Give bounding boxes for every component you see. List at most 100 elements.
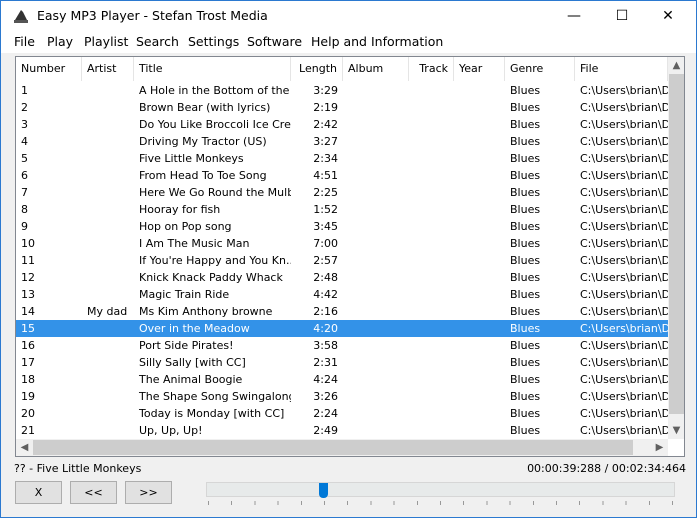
cell-number: 21 (21, 424, 35, 437)
cell-file: C:\Users\brian\De (580, 84, 668, 97)
scroll-up-icon[interactable]: ▲ (668, 57, 684, 74)
vertical-scroll-thumb[interactable] (669, 74, 684, 414)
menu-search[interactable]: Search (136, 34, 179, 49)
cell-genre: Blues (510, 271, 541, 284)
cell-artist (82, 116, 134, 133)
maximize-button[interactable]: ☐ (599, 1, 645, 31)
table-row[interactable]: 5 Five Little Monkeys 2:34 Blues C:\Users\br… (16, 150, 668, 167)
scroll-down-icon[interactable]: ▼ (668, 422, 684, 439)
cell-genre: Blues (510, 186, 541, 199)
seek-slider-thumb[interactable] (319, 483, 328, 498)
cell-file: C:\Users\brian\De (580, 118, 668, 131)
previous-button[interactable]: << (70, 481, 117, 504)
table-row[interactable]: 1 A Hole in the Bottom of the ... 3:29 Blue… (16, 82, 668, 99)
menu-software[interactable]: Software (247, 34, 302, 49)
table-row[interactable]: 17 Silly Sally [with CC] 2:31 Blues C:\Users… (16, 354, 668, 371)
column-header-track[interactable]: Track (409, 57, 454, 81)
cell-file: C:\Users\brian\De (580, 254, 668, 267)
vertical-scrollbar[interactable]: ▲ ▼ (668, 57, 684, 439)
menu-file[interactable]: File (14, 34, 35, 49)
scroll-right-icon[interactable]: ▶ (651, 439, 668, 456)
cell-file: C:\Users\brian\De (580, 305, 668, 318)
cell-title: Ms Kim Anthony browne (139, 305, 273, 318)
cell-artist (82, 99, 134, 116)
menu-play[interactable]: Play (47, 34, 73, 49)
cell-title: Hooray for fish (139, 203, 221, 216)
table-row[interactable]: 6 From Head To Toe Song 4:51 Blues C:\Users\… (16, 167, 668, 184)
cell-title: A Hole in the Bottom of the ... (139, 84, 291, 97)
column-header-number[interactable]: Number (16, 57, 82, 81)
cell-artist (82, 218, 134, 235)
cell-genre: Blues (510, 339, 541, 352)
cell-title: Brown Bear (with lyrics) (139, 101, 271, 114)
table-row[interactable]: 13 Magic Train Ride 4:42 Blues C:\Users\bria… (16, 286, 668, 303)
cell-length: 3:26 (313, 390, 338, 403)
table-row[interactable]: 9 Hop on Pop song 3:45 Blues C:\Users\brian\… (16, 218, 668, 235)
close-button[interactable]: ✕ (645, 1, 691, 31)
table-row[interactable]: 3 Do You Like Broccoli Ice Cre... 2:42 Blue… (16, 116, 668, 133)
cell-length: 7:00 (313, 237, 338, 250)
menu-help[interactable]: Help and Information (311, 34, 443, 49)
cell-genre: Blues (510, 424, 541, 437)
cell-artist (82, 201, 134, 218)
cell-number: 17 (21, 356, 35, 369)
minimize-button[interactable]: — (551, 1, 597, 31)
table-row[interactable]: 10 I Am The Music Man 7:00 Blues C:\Users\br… (16, 235, 668, 252)
table-row[interactable]: 2 Brown Bear (with lyrics) 2:19 Blues C:\Use… (16, 99, 668, 116)
cell-artist (82, 354, 134, 371)
table-row[interactable]: 15 Over in the Meadow 4:20 Blues C:\Users\br… (16, 320, 668, 337)
cell-file: C:\Users\brian\De (580, 390, 668, 403)
cell-genre: Blues (510, 169, 541, 182)
cell-length: 3:58 (313, 339, 338, 352)
cell-file: C:\Users\brian\De (580, 322, 668, 335)
cell-genre: Blues (510, 220, 541, 233)
table-row[interactable]: 4 Driving My Tractor (US) 3:27 Blues C:\User… (16, 133, 668, 150)
column-header-artist[interactable]: Artist (82, 57, 134, 81)
table-row[interactable]: 7 Here We Go Round the Mulb... 2:25 Blues C:… (16, 184, 668, 201)
cell-length: 4:20 (313, 322, 338, 335)
horizontal-scroll-thumb[interactable] (33, 440, 633, 455)
cell-file: C:\Users\brian\De (580, 135, 668, 148)
cell-length: 2:57 (313, 254, 338, 267)
column-header-length[interactable]: Length (291, 57, 343, 81)
seek-slider[interactable] (206, 482, 675, 497)
stop-button[interactable]: X (15, 481, 62, 504)
cell-file: C:\Users\brian\De (580, 407, 668, 420)
cell-title: Hop on Pop song (139, 220, 232, 233)
column-header-year[interactable]: Year (454, 57, 505, 81)
cell-length: 4:51 (313, 169, 338, 182)
table-row[interactable]: 12 Knick Knack Paddy Whack 2:48 Blues C:\Use… (16, 269, 668, 286)
table-row[interactable]: 20 Today is Monday [with CC] 2:24 Blues C:\U… (16, 405, 668, 422)
cell-number: 12 (21, 271, 35, 284)
cell-file: C:\Users\brian\De (580, 271, 668, 284)
table-row[interactable]: 11 If You're Happy and You Kn... 2:57 Blues… (16, 252, 668, 269)
table-row[interactable]: 18 The Animal Boogie 4:24 Blues C:\Users\bri… (16, 371, 668, 388)
cell-title: Over in the Meadow (139, 322, 250, 335)
next-button[interactable]: >> (125, 481, 172, 504)
column-header-genre[interactable]: Genre (505, 57, 575, 81)
menu-playlist[interactable]: Playlist (84, 34, 128, 49)
cell-number: 15 (21, 322, 35, 335)
column-header-title[interactable]: Title (134, 57, 291, 81)
time-separator: / (604, 462, 609, 475)
cell-artist (82, 388, 134, 405)
menu-settings[interactable]: Settings (188, 34, 239, 49)
table-row[interactable]: 14 My dad Ms Kim Anthony browne 2:16 Blues C:… (16, 303, 668, 320)
playlist-table[interactable]: Number Artist Title Length Album Track Year Gen… (15, 56, 685, 457)
cell-length: 4:42 (313, 288, 338, 301)
cell-number: 2 (21, 101, 28, 114)
cell-artist (82, 422, 134, 439)
table-row[interactable]: 16 Port Side Pirates! 3:58 Blues C:\Users\br… (16, 337, 668, 354)
cell-genre: Blues (510, 373, 541, 386)
cell-length: 2:25 (313, 186, 338, 199)
horizontal-scrollbar[interactable]: ◀ ▶ (16, 439, 668, 456)
cell-file: C:\Users\brian\De (580, 339, 668, 352)
column-header-file[interactable]: File (575, 57, 668, 81)
table-row[interactable]: 8 Hooray for fish 1:52 Blues C:\Users\brian\… (16, 201, 668, 218)
seek-slider-ticks (208, 501, 673, 505)
scroll-left-icon[interactable]: ◀ (16, 439, 33, 456)
table-row[interactable]: 21 Up, Up, Up! 2:49 Blues C:\Users\brian\De (16, 422, 668, 439)
current-time: 00:00:39:288 (527, 462, 602, 475)
column-header-album[interactable]: Album (343, 57, 409, 81)
table-row[interactable]: 19 The Shape Song Swingalong 3:26 Blues C:\U… (16, 388, 668, 405)
